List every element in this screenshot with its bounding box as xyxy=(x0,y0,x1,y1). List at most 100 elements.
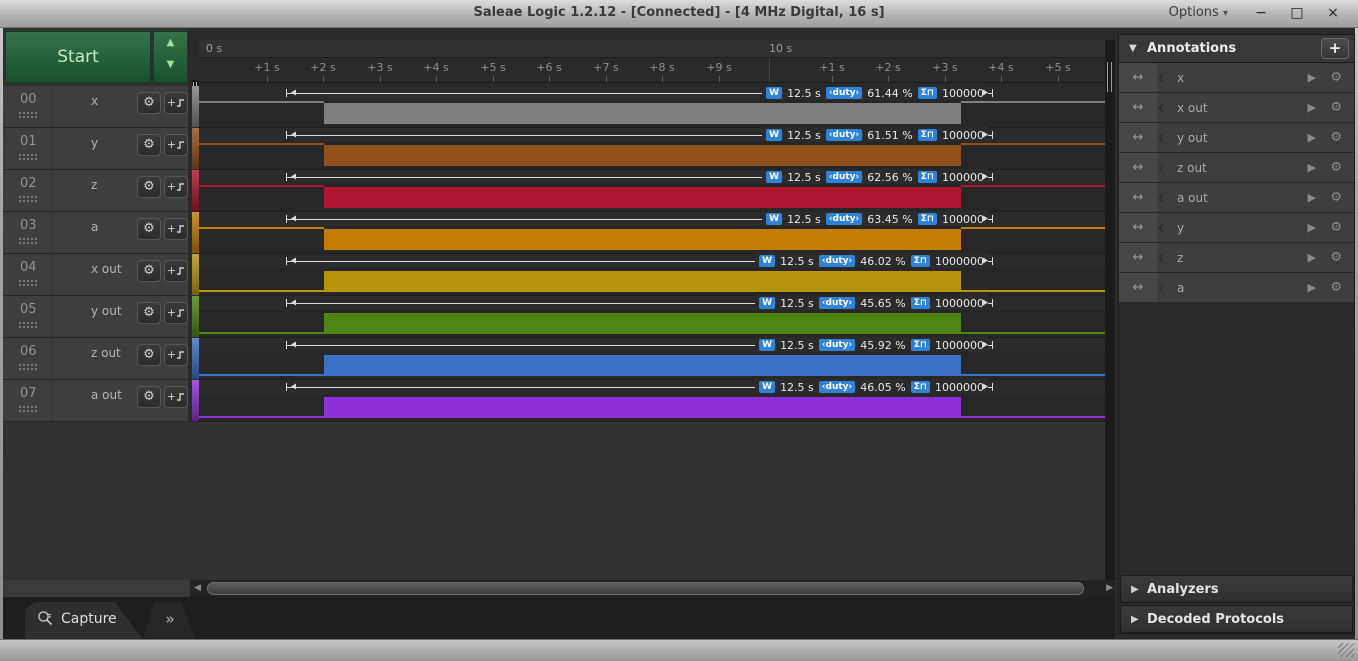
channel-row[interactable]: 03 a ⚙ + xyxy=(3,212,188,254)
channel-row[interactable]: 04 x out ⚙ + xyxy=(3,254,188,296)
vertical-scrollbar[interactable] xyxy=(1105,40,1115,580)
measurement-range-line[interactable]: W 12.5 s ‹duty› 62.56 % Σ⊓ 100000 xyxy=(286,169,993,185)
digital-waveform[interactable] xyxy=(199,100,1107,127)
drag-handle-icon[interactable] xyxy=(19,406,21,408)
annotation-row[interactable]: ↔ ‹ x out ▶ ⚙ xyxy=(1119,93,1354,123)
annotation-label[interactable]: x out xyxy=(1177,101,1208,115)
drag-handle-icon[interactable] xyxy=(19,364,21,366)
digital-waveform[interactable] xyxy=(199,268,1107,295)
waveform-row[interactable]: W 12.5 s ‹duty› 63.45 % Σ⊓ 100000 xyxy=(192,211,1107,254)
resize-handle[interactable]: ↔ xyxy=(1119,243,1157,272)
annotation-row[interactable]: ↔ ‹ a ▶ ⚙ xyxy=(1119,273,1354,303)
timeline-major-row[interactable]: 0 s 10 s xyxy=(199,40,1107,58)
channel-settings-button[interactable]: ⚙ xyxy=(137,134,161,156)
channel-settings-button[interactable]: ⚙ xyxy=(137,302,161,324)
annotation-label[interactable]: x xyxy=(1177,71,1184,85)
drag-handle-icon[interactable] xyxy=(19,112,21,114)
measurement-range-line[interactable]: W 12.5 s ‹duty› 61.51 % Σ⊓ 100000 xyxy=(286,127,993,143)
options-menu-button[interactable]: Options ▾ xyxy=(1169,5,1228,20)
channel-number-cell[interactable]: 03 xyxy=(3,212,53,253)
play-icon[interactable]: ▶ xyxy=(1308,131,1316,144)
play-icon[interactable]: ▶ xyxy=(1308,221,1316,234)
channel-settings-button[interactable]: ⚙ xyxy=(137,92,161,114)
channel-label[interactable]: a xyxy=(91,220,98,234)
channel-settings-button[interactable]: ⚙ xyxy=(137,344,161,366)
channel-number-cell[interactable]: 05 xyxy=(3,296,53,337)
channel-label[interactable]: z xyxy=(91,178,97,192)
start-button[interactable]: Start xyxy=(5,31,151,83)
digital-waveform[interactable] xyxy=(199,394,1107,421)
annotation-row[interactable]: ↔ ‹ y out ▶ ⚙ xyxy=(1119,123,1354,153)
expand-triangle-icon[interactable]: ▶ xyxy=(1131,614,1139,625)
resize-handle[interactable]: ↔ xyxy=(1119,273,1157,302)
resize-handle[interactable]: ↔ xyxy=(1119,153,1157,182)
gear-icon[interactable]: ⚙ xyxy=(1330,130,1342,145)
scroll-right-icon[interactable]: ▶ xyxy=(1106,583,1113,593)
channel-label[interactable]: y out xyxy=(91,304,122,318)
minimize-button[interactable]: − xyxy=(1246,3,1276,24)
measurement-range-line[interactable]: W 12.5 s ‹duty› 45.65 % Σ⊓ 1000000 xyxy=(286,295,993,311)
channel-label[interactable]: x out xyxy=(91,262,122,276)
channel-row[interactable]: 07 a out ⚙ + xyxy=(3,380,188,422)
channel-settings-button[interactable]: ⚙ xyxy=(137,176,161,198)
measurement-range-line[interactable]: W 12.5 s ‹duty› 46.02 % Σ⊓ 1000000 xyxy=(286,253,993,269)
tab-more[interactable]: » xyxy=(143,602,195,639)
drag-handle-icon[interactable] xyxy=(19,238,21,240)
gear-icon[interactable]: ⚙ xyxy=(1330,190,1342,205)
digital-waveform[interactable] xyxy=(199,142,1107,169)
annotation-row[interactable]: ↔ ‹ z out ▶ ⚙ xyxy=(1119,153,1354,183)
play-icon[interactable]: ▶ xyxy=(1308,281,1316,294)
horizontal-scrollbar[interactable]: ◀ ▶ xyxy=(190,580,1115,597)
gear-icon[interactable]: ⚙ xyxy=(1330,160,1342,175)
channel-row[interactable]: 00 x ⚙ + xyxy=(3,86,188,128)
gear-icon[interactable]: ⚙ xyxy=(1330,220,1342,235)
channel-settings-button[interactable]: ⚙ xyxy=(137,260,161,282)
arrow-down-icon[interactable]: ▼ xyxy=(154,54,187,76)
play-icon[interactable]: ▶ xyxy=(1308,101,1316,114)
play-icon[interactable]: ▶ xyxy=(1308,191,1316,204)
channel-label[interactable]: y xyxy=(91,136,98,150)
annotations-header[interactable]: ▼ Annotations + xyxy=(1119,35,1354,63)
resize-handle[interactable]: ↔ xyxy=(1119,93,1157,122)
annotation-row[interactable]: ↔ ‹ x ▶ ⚙ xyxy=(1119,63,1354,93)
close-button[interactable]: × xyxy=(1318,3,1348,24)
add-analyzer-button[interactable]: + xyxy=(164,344,188,366)
waveform-row[interactable]: W 12.5 s ‹duty› 46.02 % Σ⊓ 1000000 xyxy=(192,253,1107,296)
resize-handle[interactable]: ↔ xyxy=(1119,213,1157,242)
resize-handle[interactable]: ↔ xyxy=(1119,183,1157,212)
annotation-label[interactable]: y xyxy=(1177,221,1184,235)
play-icon[interactable]: ▶ xyxy=(1308,71,1316,84)
resize-grip-icon[interactable] xyxy=(1338,643,1354,657)
measurement-range-line[interactable]: W 12.5 s ‹duty› 63.45 % Σ⊓ 100000 xyxy=(286,211,993,227)
annotation-label[interactable]: y out xyxy=(1177,131,1208,145)
timeline-tick-row[interactable]: +1 s +2 s +3 s +4 s +5 s +6 s +7 s +8 s … xyxy=(192,58,1115,94)
add-analyzer-button[interactable]: + xyxy=(164,92,188,114)
channel-label[interactable]: x xyxy=(91,94,98,108)
add-analyzer-button[interactable]: + xyxy=(164,218,188,240)
annotation-label[interactable]: a out xyxy=(1177,191,1208,205)
play-icon[interactable]: ▶ xyxy=(1308,161,1316,174)
add-analyzer-button[interactable]: + xyxy=(164,176,188,198)
annotation-row[interactable]: ↔ ‹ y ▶ ⚙ xyxy=(1119,213,1354,243)
tab-capture[interactable]: Capture xyxy=(25,602,143,639)
play-icon[interactable]: ▶ xyxy=(1308,251,1316,264)
horizontal-scrollbar-thumb[interactable] xyxy=(207,582,1084,595)
drag-handle-icon[interactable] xyxy=(19,196,21,198)
gear-icon[interactable]: ⚙ xyxy=(1330,70,1342,85)
resize-handle[interactable]: ↔ xyxy=(1119,63,1157,92)
digital-waveform[interactable] xyxy=(199,352,1107,379)
drag-handle-icon[interactable] xyxy=(19,280,21,282)
channel-row[interactable]: 01 y ⚙ + xyxy=(3,128,188,170)
title-bar[interactable]: Saleae Logic 1.2.12 - [Connected] - [4 M… xyxy=(0,0,1358,28)
add-analyzer-button[interactable]: + xyxy=(164,260,188,282)
waveform-row[interactable]: W 12.5 s ‹duty› 45.92 % Σ⊓ 1000000 xyxy=(192,337,1107,380)
channel-row[interactable]: 02 z ⚙ + xyxy=(3,170,188,212)
gear-icon[interactable]: ⚙ xyxy=(1330,100,1342,115)
measurement-range-line[interactable]: W 12.5 s ‹duty› 46.05 % Σ⊓ 1000000 xyxy=(286,379,993,395)
resize-handle[interactable]: ↔ xyxy=(1119,123,1157,152)
drag-handle-icon[interactable] xyxy=(19,322,21,324)
digital-waveform[interactable] xyxy=(199,184,1107,211)
waveform-row[interactable]: W 12.5 s ‹duty› 61.51 % Σ⊓ 100000 xyxy=(192,127,1107,170)
waveform-row[interactable]: W 12.5 s ‹duty› 45.65 % Σ⊓ 1000000 xyxy=(192,295,1107,338)
channel-row[interactable]: 05 y out ⚙ + xyxy=(3,296,188,338)
